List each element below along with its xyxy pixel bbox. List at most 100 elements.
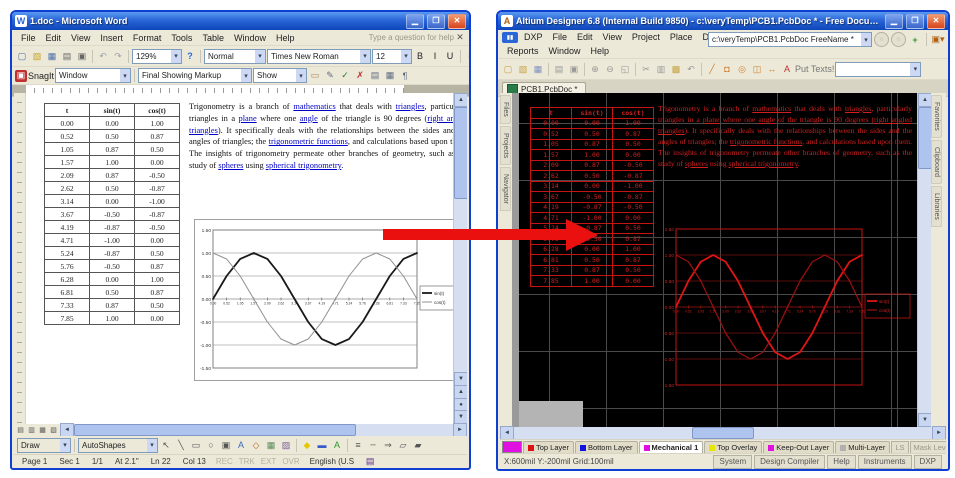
- hscroll-thumb[interactable]: [692, 427, 754, 439]
- hscroll-thumb[interactable]: [74, 424, 356, 436]
- current-layer-swatch[interactable]: [502, 441, 522, 453]
- scroll-up-icon[interactable]: ▲: [918, 93, 932, 107]
- scrollbar-thumb[interactable]: [454, 107, 467, 199]
- scrollbar-thumb[interactable]: [918, 107, 932, 169]
- shadow-icon[interactable]: ▱: [396, 438, 410, 452]
- scroll-right-icon[interactable]: ►: [932, 426, 946, 440]
- wordart-icon[interactable]: A: [234, 438, 248, 452]
- print-preview-icon[interactable]: ▣: [567, 62, 581, 76]
- panel-tab-navigator[interactable]: Navigator: [500, 167, 511, 211]
- word-menu-insert[interactable]: Insert: [95, 33, 128, 43]
- zoom-out-icon[interactable]: ⊖: [603, 62, 617, 76]
- back-icon[interactable]: ○: [874, 32, 889, 47]
- fill-color-icon[interactable]: ◆: [300, 438, 314, 452]
- document-path-combobox[interactable]: c:\veryTemp\PCB1.PcbDoc FreeName *: [708, 32, 872, 47]
- save-icon[interactable]: ▦: [45, 49, 59, 63]
- track-changes-icon[interactable]: ✎: [323, 69, 337, 83]
- place-string-icon[interactable]: A: [780, 62, 794, 76]
- scroll-down-icon[interactable]: ▼: [918, 413, 932, 427]
- hyperlink-run[interactable]: trigonometric functions: [269, 137, 348, 146]
- forward-icon[interactable]: ○: [891, 32, 906, 47]
- hyperlink-run[interactable]: trigonometric functions: [730, 137, 802, 146]
- scroll-up-icon[interactable]: ▲: [454, 93, 467, 107]
- threed-icon[interactable]: ▰: [411, 438, 425, 452]
- help-icon[interactable]: ?: [183, 49, 197, 63]
- word-menu-help[interactable]: Help: [271, 33, 300, 43]
- altium-titlebar[interactable]: A Altium Designer 6.8 (Internal Build 98…: [498, 12, 948, 30]
- altium-menu-view[interactable]: View: [598, 32, 627, 42]
- word-close-button[interactable]: ✕: [448, 14, 466, 29]
- zoom-area-icon[interactable]: ◱: [618, 62, 632, 76]
- altium-minimize-button[interactable]: ▁: [885, 14, 903, 29]
- layer-button-mask-level[interactable]: Mask Level: [910, 441, 946, 454]
- word-vertical-scrollbar[interactable]: ▲ ▼ ▲ ● ▼: [453, 93, 467, 424]
- font-size-combobox[interactable]: 12: [372, 49, 412, 64]
- panel-button-design-compiler[interactable]: Design Compiler: [754, 455, 825, 469]
- word-minimize-button[interactable]: ▁: [406, 14, 424, 29]
- panel-tab-favorites[interactable]: Favorites: [931, 95, 942, 138]
- arrow-style-icon[interactable]: ⇒: [381, 438, 395, 452]
- scroll-down-icon[interactable]: ▼: [454, 372, 467, 386]
- line-icon[interactable]: ╲: [174, 438, 188, 452]
- word-menu-view[interactable]: View: [66, 33, 95, 43]
- empty-combobox[interactable]: [835, 62, 921, 77]
- hyperlink-run[interactable]: mathematics: [752, 104, 791, 113]
- hyperlink-run[interactable]: triangles: [396, 102, 425, 111]
- copy-icon[interactable]: ▥: [654, 62, 668, 76]
- layer-tab-mechanical-1[interactable]: Mechanical 1: [639, 441, 704, 454]
- word-menu-tools[interactable]: Tools: [166, 33, 197, 43]
- rectangle-icon[interactable]: ▭: [189, 438, 203, 452]
- panel-button-system[interactable]: System: [713, 455, 752, 469]
- hyperlink-run[interactable]: plane: [239, 114, 257, 123]
- show-menu-combobox[interactable]: Show: [253, 68, 307, 83]
- word-menu-edit[interactable]: Edit: [41, 33, 67, 43]
- hyperlink-run[interactable]: plane: [703, 115, 720, 124]
- pcb-canvas[interactable]: tsin(t)cos(t)0.000.001.000.520.500.871.0…: [512, 93, 917, 427]
- markup-view-combobox[interactable]: Final Showing Markup: [138, 68, 252, 83]
- bold-icon[interactable]: B: [413, 49, 427, 63]
- clipart-icon[interactable]: ▦: [264, 438, 278, 452]
- panel-button-instruments[interactable]: Instruments: [858, 455, 912, 469]
- outline-view-button[interactable]: ▧: [48, 425, 59, 436]
- word-menu-format[interactable]: Format: [128, 33, 167, 43]
- layer-tab-multi-layer[interactable]: Multi-Layer: [835, 441, 890, 454]
- layer-tab-keep-out-layer[interactable]: Keep-Out Layer: [763, 441, 834, 454]
- hyperlink-run[interactable]: triangles: [845, 104, 871, 113]
- panel-tab-libraries[interactable]: Libraries: [931, 186, 942, 227]
- altium-close-button[interactable]: ✕: [927, 14, 945, 29]
- altium-menu-reports[interactable]: Reports: [502, 46, 544, 56]
- save-icon[interactable]: ▦: [531, 62, 545, 76]
- hyperlink-run[interactable]: spheres: [218, 161, 243, 170]
- cross-probe-icon[interactable]: +: [908, 33, 922, 47]
- word-menu-table[interactable]: Table: [197, 33, 229, 43]
- masks-dropdown-icon[interactable]: ▣▾: [931, 33, 945, 47]
- panel-tab-projects[interactable]: Projects: [500, 126, 511, 165]
- insert-comment-icon[interactable]: ▭: [308, 69, 322, 83]
- sin-cos-table[interactable]: tsin(t)cos(t)0.000.001.000.520.500.871.0…: [44, 103, 180, 325]
- accept-change-icon[interactable]: ✓: [338, 69, 352, 83]
- word-page[interactable]: tsin(t)cos(t)0.000.001.000.520.500.871.0…: [26, 93, 454, 424]
- altium-menu-window[interactable]: Window: [544, 46, 586, 56]
- undo-icon[interactable]: ↶: [96, 49, 110, 63]
- line-style-icon[interactable]: ≡: [351, 438, 365, 452]
- font-color-2-icon[interactable]: A: [330, 438, 344, 452]
- oval-icon[interactable]: ○: [204, 438, 218, 452]
- redo-icon[interactable]: ↷: [111, 49, 125, 63]
- hyperlink-run[interactable]: angle: [758, 115, 775, 124]
- print-icon[interactable]: ▤: [552, 62, 566, 76]
- altium-vertical-scrollbar[interactable]: ▲ ▼: [917, 93, 931, 427]
- panel-button-dxp[interactable]: DXP: [914, 455, 942, 469]
- new-document-icon[interactable]: ▢: [15, 49, 29, 63]
- place-component-icon[interactable]: ◫: [750, 62, 764, 76]
- snagit-icon[interactable]: ▣: [15, 70, 27, 82]
- new-icon[interactable]: ▢: [501, 62, 515, 76]
- altium-menu-help[interactable]: Help: [586, 46, 615, 56]
- text-box-icon[interactable]: ▣: [219, 438, 233, 452]
- print-icon[interactable]: ▤: [60, 49, 74, 63]
- font-combobox[interactable]: Times New Roman: [267, 49, 371, 64]
- style-combobox[interactable]: Normal: [204, 49, 266, 64]
- dash-style-icon[interactable]: ╌: [366, 438, 380, 452]
- insert-table-icon[interactable]: ▦: [383, 69, 397, 83]
- layer-tab-top-layer[interactable]: Top Layer: [523, 441, 574, 454]
- paste-icon[interactable]: ▩: [669, 62, 683, 76]
